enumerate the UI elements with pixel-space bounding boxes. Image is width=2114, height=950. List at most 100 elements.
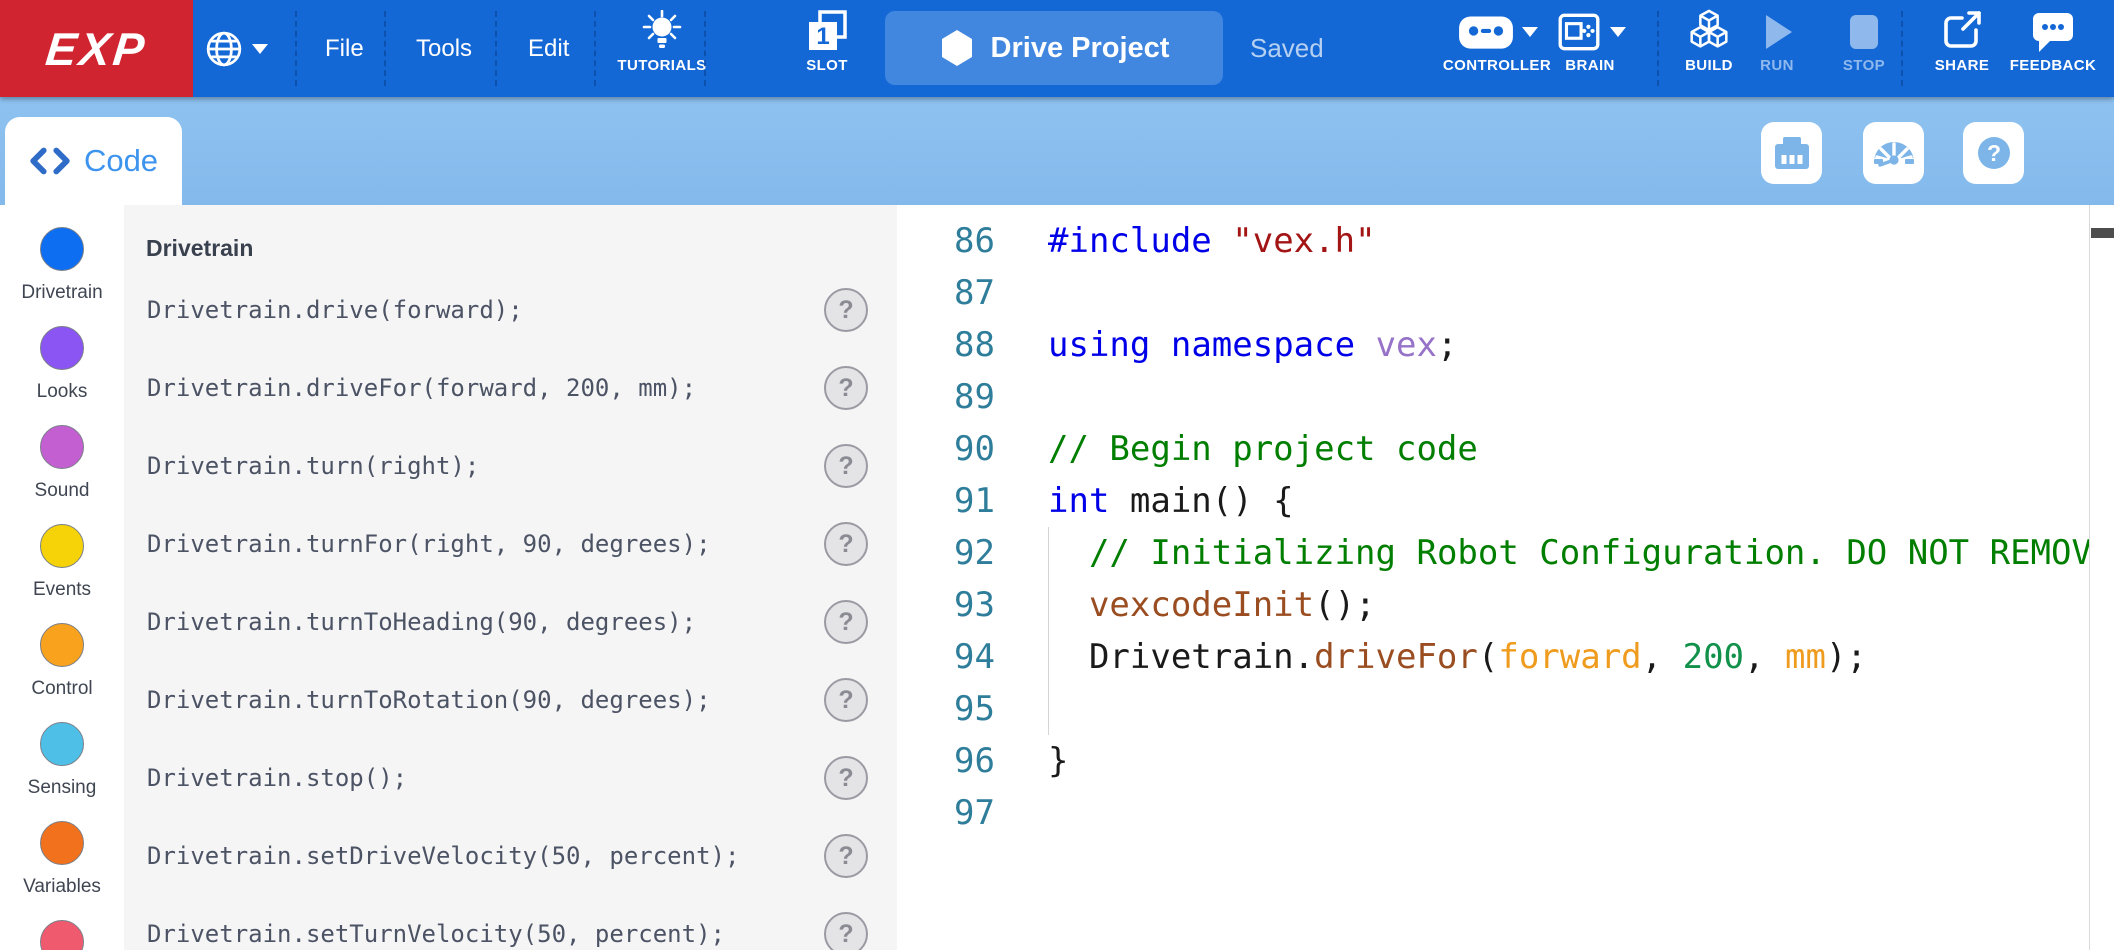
sidebar-item-control[interactable]: Control xyxy=(0,623,124,700)
editor-line[interactable]: 94 Drivetrain.driveFor(forward, 200, mm)… xyxy=(897,631,2114,683)
project-name-button[interactable]: Drive Project xyxy=(885,11,1223,85)
divider xyxy=(295,11,297,86)
menu-tools[interactable]: Tools xyxy=(416,0,472,97)
project-name: Drive Project xyxy=(991,32,1170,65)
line-number: 86 xyxy=(897,215,995,267)
tab-code[interactable]: Code xyxy=(5,117,182,205)
hexagon-icon xyxy=(939,28,975,68)
device-config-icon xyxy=(1768,129,1816,177)
language-menu-button[interactable] xyxy=(205,0,268,97)
vexcode-app: EXP File Tools Edit xyxy=(0,0,2114,950)
scrollbar-track[interactable] xyxy=(2089,205,2114,950)
feedback-label: FEEDBACK xyxy=(2010,57,2097,74)
sidebar-item-sensing[interactable]: Sensing xyxy=(0,722,124,799)
line-number: 95 xyxy=(897,683,995,735)
command-help-button[interactable]: ? xyxy=(824,756,868,800)
command-text[interactable]: Drivetrain.turn(right); xyxy=(147,443,479,489)
command-help-button[interactable]: ? xyxy=(824,444,868,488)
editor-line[interactable]: 88using namespace vex; xyxy=(897,319,2114,371)
editor-line[interactable]: 96} xyxy=(897,735,2114,787)
command-text[interactable]: Drivetrain.drive(forward); xyxy=(147,287,523,333)
build-button[interactable]: BUILD xyxy=(1669,10,1749,74)
scrollbar-thumb[interactable] xyxy=(2091,228,2114,238)
share-button[interactable]: SHARE xyxy=(1922,10,2002,74)
menu-file[interactable]: File xyxy=(325,0,364,97)
slot-label: SLOT xyxy=(806,57,848,74)
command-row: Drivetrain.stop();? xyxy=(124,755,897,801)
chevron-down-icon xyxy=(1610,27,1626,37)
sidebar-item-looks[interactable]: Looks xyxy=(0,326,124,403)
line-number: 94 xyxy=(897,631,995,683)
sidebar-item-events[interactable]: Events xyxy=(0,524,124,601)
editor-line[interactable]: 95 xyxy=(897,683,2114,735)
divider xyxy=(384,11,386,86)
run-button[interactable]: RUN xyxy=(1742,10,1812,74)
category-label: Variables xyxy=(23,876,101,898)
command-row: Drivetrain.drive(forward);? xyxy=(124,287,897,333)
command-text[interactable]: Drivetrain.stop(); xyxy=(147,755,407,801)
line-code: #include "vex.h" xyxy=(1048,215,1376,267)
editor-line[interactable]: 92 // Initializing Robot Configuration. … xyxy=(897,527,2114,579)
category-label: Sensing xyxy=(28,777,97,799)
command-help-button[interactable]: ? xyxy=(824,834,868,878)
controller-button[interactable]: CONTROLLER xyxy=(1437,10,1557,74)
editor-line[interactable]: 97 xyxy=(897,787,2114,839)
command-text[interactable]: Drivetrain.setTurnVelocity(50, percent); xyxy=(147,911,725,950)
editor-line[interactable]: 91int main() { xyxy=(897,475,2114,527)
sensing-category-icon xyxy=(40,722,84,766)
tutorials-label: TUTORIALS xyxy=(617,57,706,74)
line-code: } xyxy=(1048,735,1068,787)
help-icon: ? xyxy=(1970,129,2018,177)
command-text[interactable]: Drivetrain.turnToHeading(90, degrees); xyxy=(147,599,696,645)
slot-button[interactable]: 1 SLOT xyxy=(782,10,872,74)
brain-chip-icon xyxy=(1555,11,1603,53)
code-brackets-icon xyxy=(29,147,71,175)
feedback-button[interactable]: FEEDBACK xyxy=(2007,10,2099,74)
control-category-icon xyxy=(40,623,84,667)
dashboard-button[interactable] xyxy=(1863,122,1924,184)
panel-header: Drivetrain xyxy=(146,235,253,262)
command-panel: Drivetrain Drivetrain.drive(forward);?Dr… xyxy=(124,205,897,950)
command-help-button[interactable]: ? xyxy=(824,600,868,644)
category-label: Drivetrain xyxy=(21,282,102,304)
command-text[interactable]: Drivetrain.driveFor(forward, 200, mm); xyxy=(147,365,696,411)
line-number: 97 xyxy=(897,787,995,839)
code-editor[interactable]: 86 #include "vex.h"8788using namespace ve… xyxy=(897,205,2114,950)
run-label: RUN xyxy=(1760,57,1794,74)
command-help-button[interactable]: ? xyxy=(824,288,868,332)
extra-category-icon xyxy=(40,920,84,950)
help-button[interactable]: ? xyxy=(1963,122,2024,184)
editor-line[interactable]: 93 vexcodeInit(); xyxy=(897,579,2114,631)
editor-line[interactable]: 86 #include "vex.h" xyxy=(897,215,2114,267)
editor-line[interactable]: 89 xyxy=(897,371,2114,423)
command-row: Drivetrain.driveFor(forward, 200, mm);? xyxy=(124,365,897,411)
divider xyxy=(594,11,596,86)
editor-line[interactable]: 90// Begin project code xyxy=(897,423,2114,475)
command-help-button[interactable]: ? xyxy=(824,366,868,410)
sidebar-item-sound[interactable]: Sound xyxy=(0,425,124,502)
stop-button[interactable]: STOP xyxy=(1829,10,1899,74)
menu-edit[interactable]: Edit xyxy=(528,0,569,97)
dashboard-gauge-icon xyxy=(1870,129,1918,177)
command-text[interactable]: Drivetrain.turnToRotation(90, degrees); xyxy=(147,677,711,723)
editor-line[interactable]: 87 xyxy=(897,267,2114,319)
build-label: BUILD xyxy=(1685,57,1733,74)
editor-toolbar: Code xyxy=(0,97,2114,205)
sidebar-item-extra[interactable] xyxy=(0,920,124,950)
command-text[interactable]: Drivetrain.setDriveVelocity(50, percent)… xyxy=(147,833,739,879)
sidebar-item-drivetrain[interactable]: Drivetrain xyxy=(0,227,124,304)
slot-number: 1 xyxy=(816,23,829,50)
looks-category-icon xyxy=(40,326,84,370)
sidebar-item-variables[interactable]: Variables xyxy=(0,821,124,898)
category-sidebar: Drivetrain Looks Sound Events Control Sensing… xyxy=(0,205,124,950)
command-text[interactable]: Drivetrain.turnFor(right, 90, degrees); xyxy=(147,521,711,567)
device-config-button[interactable] xyxy=(1761,122,1822,184)
command-help-button[interactable]: ? xyxy=(824,912,868,950)
line-number: 91 xyxy=(897,475,995,527)
command-row: Drivetrain.turnToHeading(90, degrees);? xyxy=(124,599,897,645)
category-label: Sound xyxy=(35,480,90,502)
command-help-button[interactable]: ? xyxy=(824,678,868,722)
brain-button[interactable]: BRAIN xyxy=(1540,10,1640,74)
command-help-button[interactable]: ? xyxy=(824,522,868,566)
stop-label: STOP xyxy=(1843,57,1885,74)
